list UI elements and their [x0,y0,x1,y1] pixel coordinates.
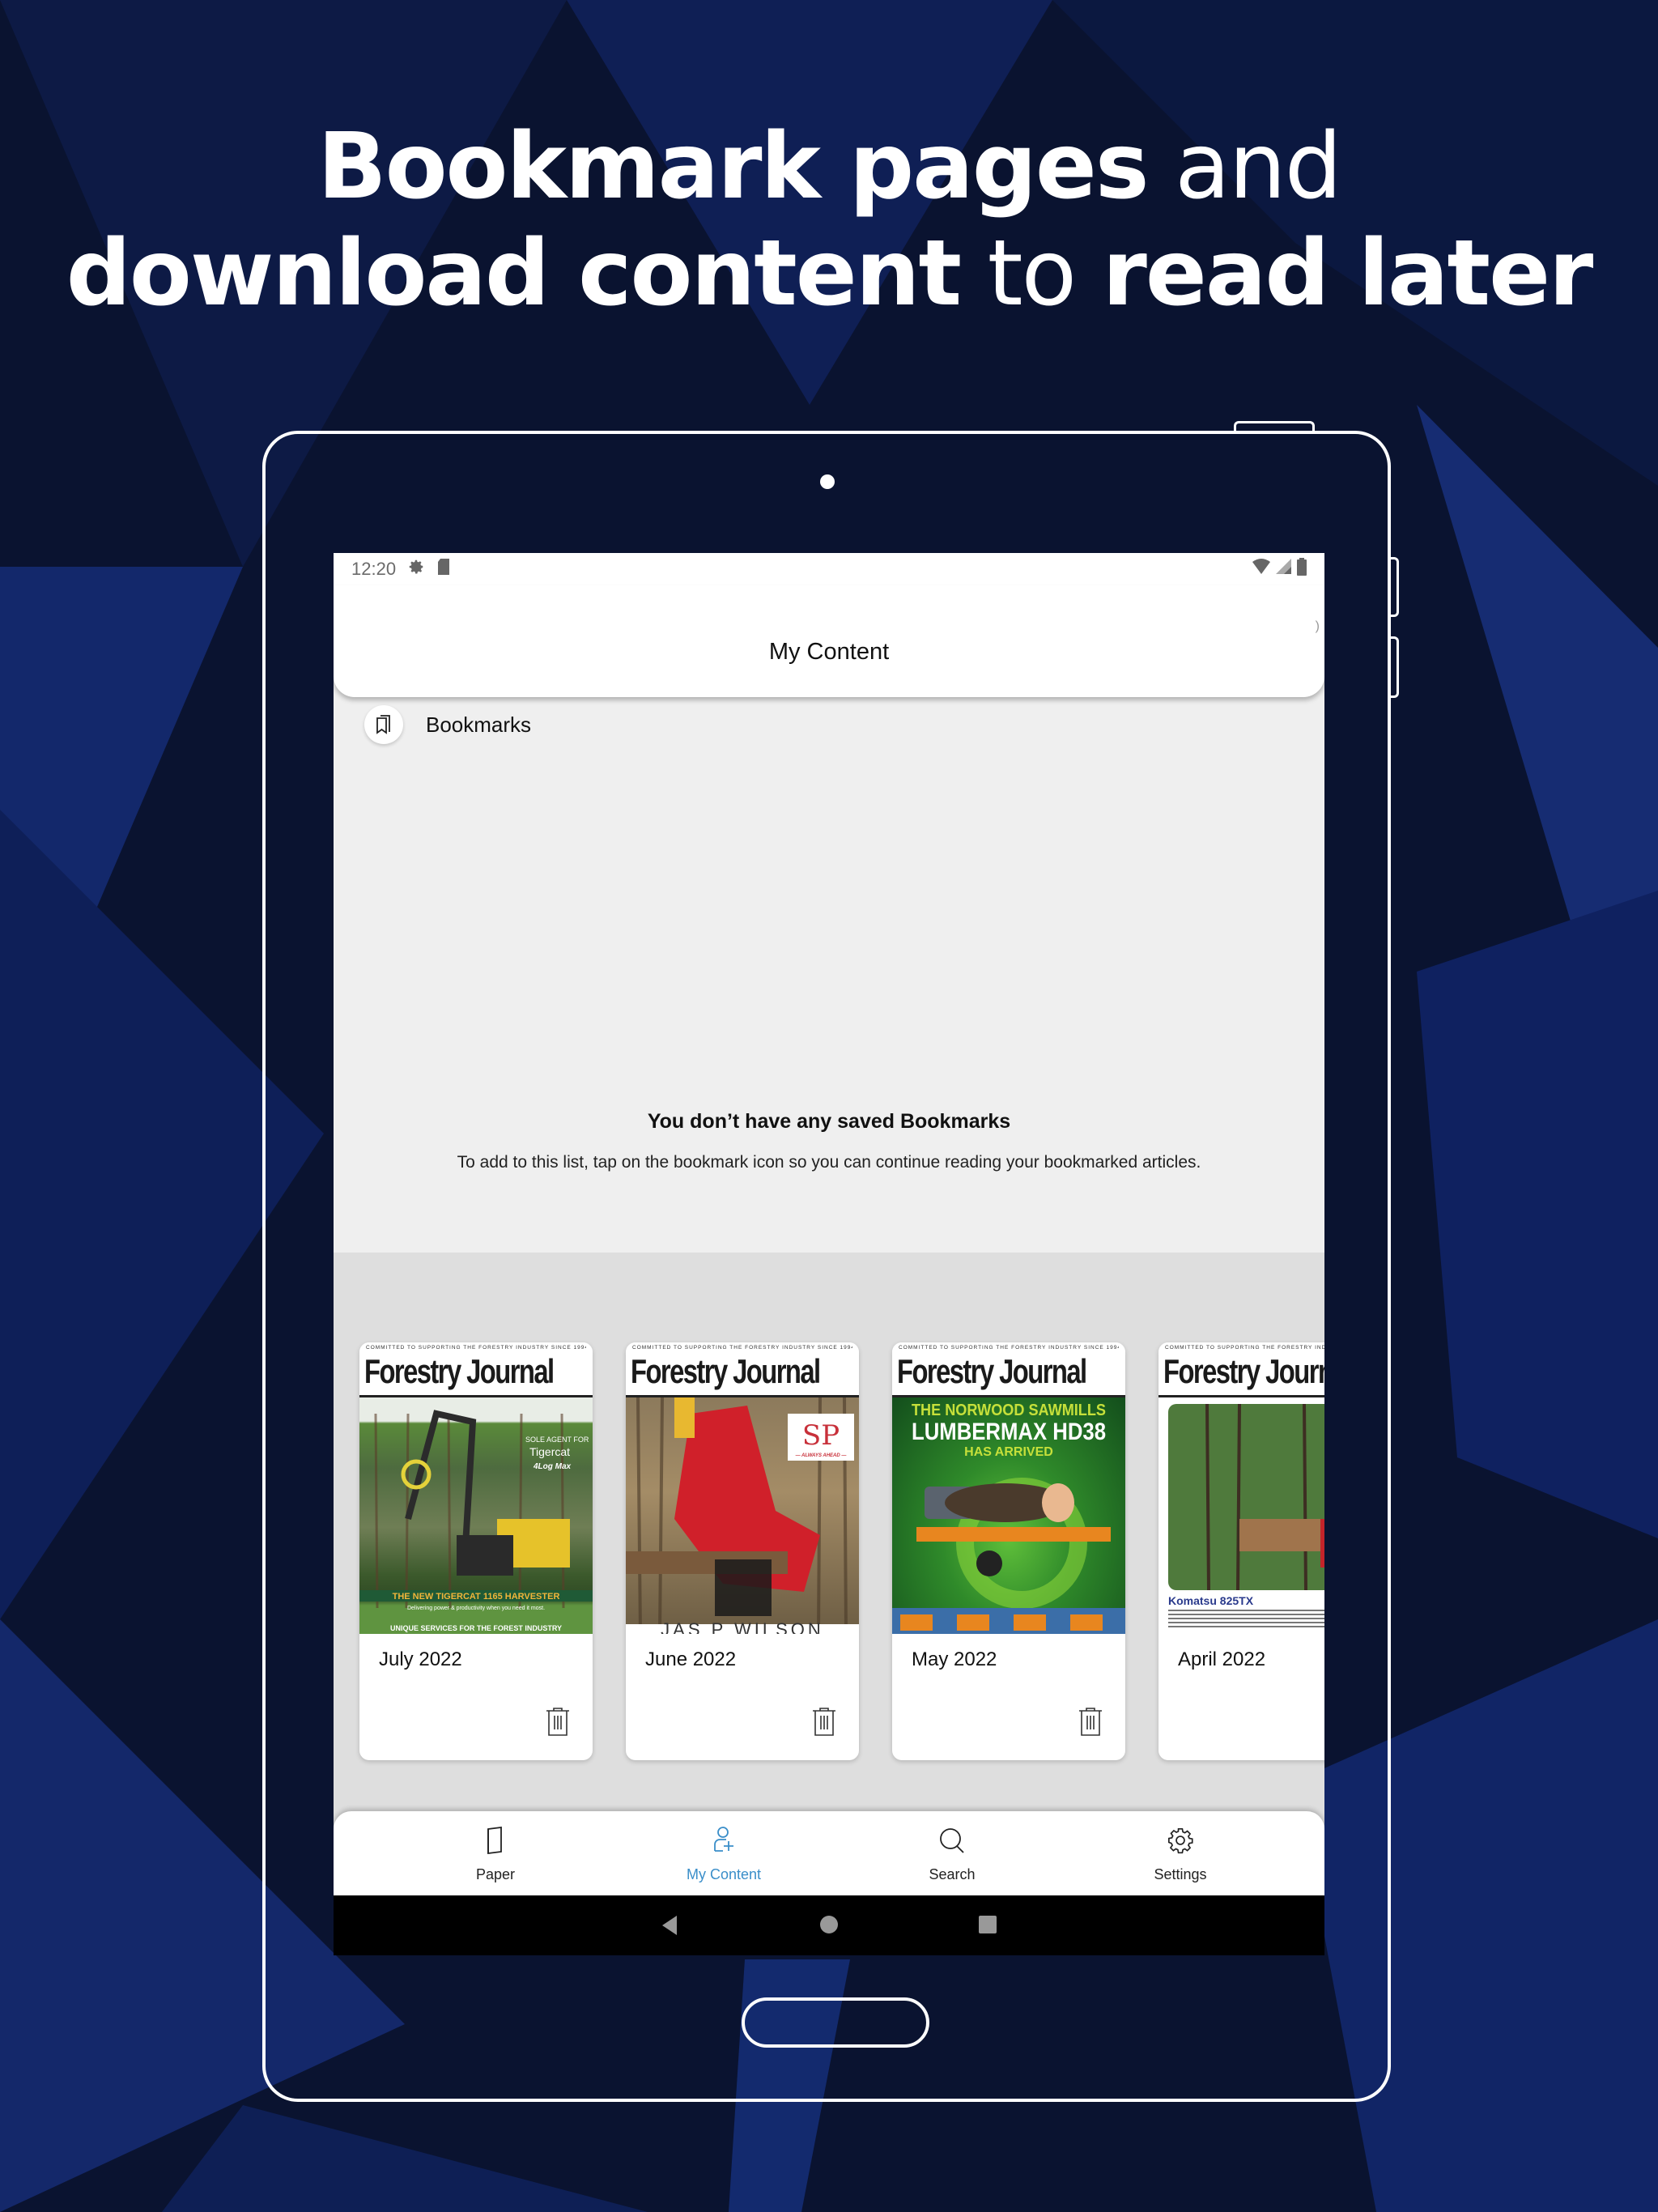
front-camera [820,474,835,489]
delete-button[interactable] [1078,1707,1103,1736]
masthead-logo: Forestry Journal [631,1352,821,1390]
nav-paper[interactable]: Paper [431,1824,560,1883]
app-bar: My Content ) [334,585,1324,697]
signal-icon [1276,559,1292,580]
system-navigation-bar [334,1895,1324,1955]
magazine-cover[interactable]: COMMITTED TO SUPPORTING THE FORESTRY IND… [892,1342,1125,1634]
back-button[interactable] [661,1915,678,1940]
marketing-headline: Bookmark pages and download content to r… [0,113,1658,327]
harvester-head-graphic: SP — ALWAYS AHEAD — JAS P WILSON [626,1397,859,1634]
sd-card-icon [436,558,451,581]
device-home-button [742,1997,929,2048]
paper-icon [431,1824,560,1857]
download-card[interactable]: COMMITTED TO SUPPORTING THE FORESTRY IND… [626,1342,859,1760]
trash-icon [546,1708,569,1736]
svg-text:4Log Max: 4Log Max [533,1462,572,1471]
download-card[interactable]: COMMITTED TO SUPPORTING THE FORESTRY IND… [359,1342,593,1760]
svg-text:UNIQUE SERVICES FOR THE FOREST: UNIQUE SERVICES FOR THE FOREST INDUSTRY [390,1624,562,1632]
svg-text:HAS ARRIVED: HAS ARRIVED [964,1445,1053,1459]
download-card[interactable]: COMMITTED TO SUPPORTING THE FORESTRY IND… [892,1342,1125,1760]
downloads-list: COMMITTED TO SUPPORTING THE FORESTRY IND… [359,1342,1324,1760]
nav-my-content[interactable]: My Content [659,1824,789,1883]
issue-label: May 2022 [912,1648,997,1670]
status-bar: 12:20 [334,553,1324,585]
svg-text:Komatsu 825TX: Komatsu 825TX [1168,1594,1254,1607]
magazine-cover[interactable]: COMMITTED TO SUPPORTING THE FORESTRY IND… [359,1342,593,1634]
bottom-navigation: Paper My Content Search Settings [334,1811,1324,1895]
delete-button[interactable] [546,1707,570,1736]
harvester-graphic: SOLE AGENT FOR Tigercat 4Log Max THE NEW… [359,1410,593,1632]
power-button [1234,421,1315,432]
battery-icon [1297,558,1307,581]
user-add-icon [659,1824,789,1857]
page-title: My Content [768,639,890,665]
svg-text:THE NEW TIGERCAT 1165 HARVESTE: THE NEW TIGERCAT 1165 HARVESTER [393,1592,560,1602]
status-time: 12:20 [351,559,397,579]
wifi-icon [1252,559,1271,580]
svg-text:JAS P WILSON: JAS P WILSON [661,1619,824,1634]
svg-text:THE NORWOOD SAWMILLS: THE NORWOOD SAWMILLS [912,1402,1106,1419]
magazine-cover[interactable]: COMMITTED TO SUPPORTING THE FORESTRY IND… [1158,1342,1324,1634]
download-card[interactable]: COMMITTED TO SUPPORTING THE FORESTRY IND… [1158,1342,1324,1760]
svg-text:LUMBERMAX HD38: LUMBERMAX HD38 [912,1419,1106,1445]
gear-icon [1116,1824,1245,1857]
issue-label: June 2022 [645,1648,737,1670]
svg-text:Tigercat: Tigercat [529,1445,570,1458]
empty-bookmarks-text: To add to this list, tap on the bookmark… [457,1153,1201,1172]
app-screen: 12:20 My Content ) Bookmarks You don’t h… [334,553,1324,1955]
volume-down-button [1389,636,1399,698]
masthead-logo: Forestry Journal [897,1352,1087,1390]
forwarder-graphic: Komatsu 825TX [1168,1403,1324,1627]
masthead-logo: Forestry Journal [364,1352,555,1390]
search-icon [887,1824,1017,1857]
trash-icon [1079,1708,1102,1736]
headline-line-1: Bookmark pages and [317,114,1342,219]
magazine-cover[interactable]: COMMITTED TO SUPPORTING THE FORESTRY IND… [626,1342,859,1634]
trash-icon [813,1708,835,1736]
gear-icon [407,558,425,581]
edge-handle[interactable]: ) [1316,619,1320,634]
delete-button[interactable] [812,1707,836,1736]
svg-text:SOLE AGENT FOR: SOLE AGENT FOR [525,1436,589,1444]
sawmill-graphic: THE NORWOOD SAWMILLS LUMBERMAX HD38 HAS … [892,1402,1125,1634]
bookmark-icon [364,705,403,744]
nav-search[interactable]: Search [887,1824,1017,1883]
svg-text:Delivering power & productivit: Delivering power & productivity when you… [407,1606,545,1611]
masthead-logo: Forestry Journal [1163,1352,1324,1390]
bookmarks-header: Bookmarks [364,705,531,744]
bookmarks-label: Bookmarks [426,712,532,737]
home-button[interactable] [819,1915,839,1938]
recents-button[interactable] [978,1915,997,1938]
empty-bookmarks-title: You don’t have any saved Bookmarks [647,1110,1011,1133]
issue-label: April 2022 [1178,1648,1266,1670]
volume-up-button [1389,557,1399,617]
nav-settings[interactable]: Settings [1116,1824,1245,1883]
headline-line-2: download content to read later [66,221,1594,326]
svg-text:— ALWAYS AHEAD —: — ALWAYS AHEAD — [795,1453,848,1458]
svg-text:SP: SP [802,1419,840,1452]
issue-label: July 2022 [379,1648,462,1670]
